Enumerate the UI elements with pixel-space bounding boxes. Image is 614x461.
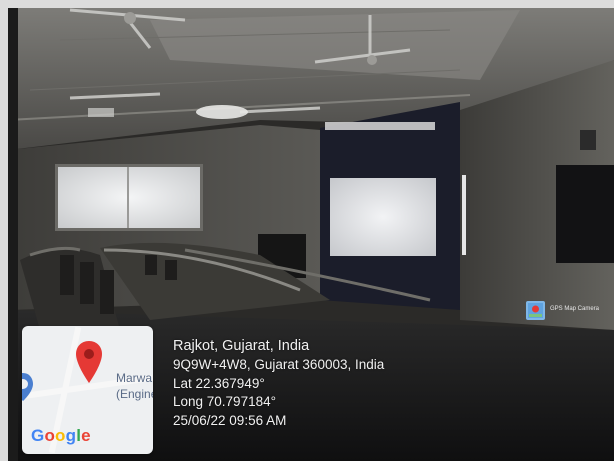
map-place-label-line: Marwa (116, 371, 153, 385)
map-place-label-line: (Engine (116, 387, 153, 401)
google-logo: Google (31, 426, 91, 445)
address-line: 9Q9W+4W8, Gujarat 360003, India (173, 357, 385, 372)
datetime-text: 25/06/22 09:56 AM (173, 412, 287, 428)
gps-map-camera-label: GPS Map Camera (550, 306, 600, 312)
latitude-text: Lat 22.367949° (173, 375, 265, 391)
location-info: Rajkot, Gujarat, India 9Q9W+4W8, Gujarat… (173, 336, 384, 430)
address-title: Rajkot, Gujarat, India (173, 338, 310, 354)
map-thumbnail[interactable]: Marwa (Engine Google (22, 326, 153, 454)
gps-camera-app-icon (526, 301, 545, 320)
map-place-label: Marwa (Engine (116, 370, 153, 402)
location-marker-icon (22, 373, 33, 401)
gps-map-camera-badge: GPS Map Camera (526, 301, 608, 320)
map-pin-icon (76, 341, 102, 383)
longitude-text: Long 70.797184° (173, 394, 276, 409)
